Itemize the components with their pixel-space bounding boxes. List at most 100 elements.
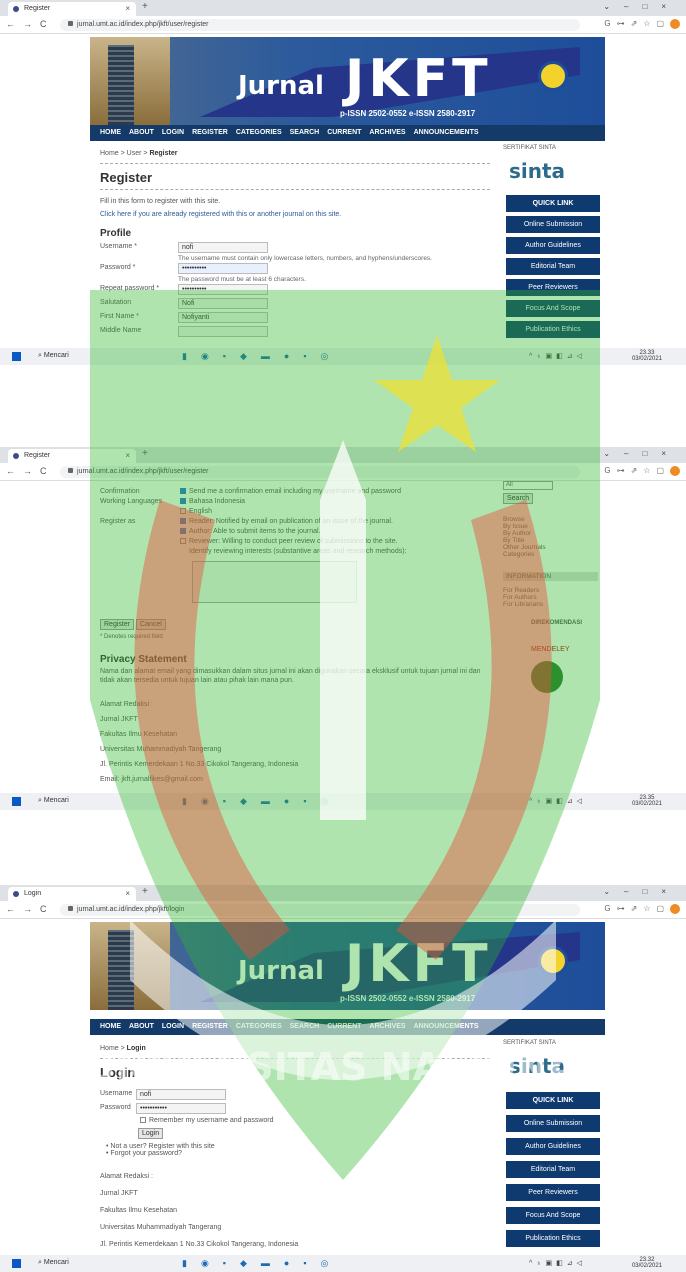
close-tab-icon[interactable]: ×	[125, 887, 130, 901]
search-scope-select[interactable]: All	[503, 481, 553, 490]
menu-search[interactable]: SEARCH	[290, 1023, 320, 1030]
close-tab-icon[interactable]: ×	[125, 449, 130, 463]
taskbar-search[interactable]: ⌕ Mencari	[38, 797, 69, 805]
editorial-team-link[interactable]: Editorial Team	[506, 1161, 600, 1178]
browser-tools[interactable]: G⊶⇗☆▢	[604, 904, 680, 914]
menu-register[interactable]: REGISTER	[192, 1023, 228, 1030]
remember-checkbox[interactable]	[140, 1117, 146, 1124]
peer-reviewers-link[interactable]: Peer Reviewers	[506, 279, 600, 296]
crumb-home[interactable]: Home	[100, 1045, 119, 1052]
reviewing-interests-textarea[interactable]	[192, 561, 357, 603]
browser-tab[interactable]: Register ×	[8, 2, 136, 16]
already-registered-link[interactable]: Click here if you are already registered…	[100, 211, 490, 218]
system-tray[interactable]: ^♁▣◧⊿◁	[529, 797, 586, 805]
info-librarians-link[interactable]: For Librarians	[503, 601, 603, 608]
sidebar-search-button[interactable]: Search	[503, 493, 534, 504]
focus-scope-link[interactable]: Focus And Scope	[506, 1207, 600, 1224]
mendeley-logo[interactable]: MENDELEY	[531, 646, 603, 653]
author-guidelines-link[interactable]: Author Guidelines	[506, 1138, 600, 1155]
menu-login[interactable]: LOGIN	[162, 129, 184, 136]
username-input[interactable]: nofi	[136, 1089, 226, 1100]
sinta-logo[interactable]: sinta	[509, 1054, 603, 1078]
cancel-button[interactable]: Cancel	[136, 619, 166, 630]
sinta-logo[interactable]: sinta	[509, 159, 603, 183]
login-button[interactable]: Login	[138, 1128, 164, 1139]
repeat-password-input[interactable]: ••••••••••	[178, 284, 268, 295]
browse-other-link[interactable]: Other Journals	[503, 544, 603, 551]
online-submission-link[interactable]: Online Submission	[506, 1115, 600, 1132]
menu-announcements[interactable]: ANNOUNCEMENTS	[414, 1023, 479, 1030]
profile-icon[interactable]	[670, 904, 680, 914]
online-submission-link[interactable]: Online Submission	[506, 216, 600, 233]
menu-register[interactable]: REGISTER	[192, 129, 228, 136]
register-button[interactable]: Register	[100, 619, 135, 630]
register-link[interactable]: Not a user? Register with this site	[110, 1143, 214, 1150]
windows-start-icon[interactable]	[12, 352, 21, 361]
clock[interactable]: 23.32 03/02/2021	[632, 1257, 662, 1269]
browse-title-link[interactable]: By Title	[503, 537, 603, 544]
windows-start-icon[interactable]	[12, 797, 21, 806]
publication-ethics-link[interactable]: Publication Ethics	[506, 1230, 600, 1247]
badge-icon[interactable]	[531, 661, 563, 693]
url-bar[interactable]: jurnal.umt.ac.id/index.php/jkft/user/reg…	[60, 19, 580, 31]
windows-start-icon[interactable]	[12, 1259, 21, 1268]
menu-home[interactable]: HOME	[100, 129, 121, 136]
menu-archives[interactable]: ARCHIVES	[369, 129, 405, 136]
publication-ethics-link[interactable]: Publication Ethics	[506, 321, 600, 338]
menu-current[interactable]: CURRENT	[327, 129, 361, 136]
nav-buttons[interactable]: ←→C	[6, 19, 55, 29]
window-controls[interactable]: ⌄–□×	[603, 449, 680, 458]
menu-categories[interactable]: CATEGORIES	[236, 1023, 282, 1030]
browse-issue-link[interactable]: By Issue	[503, 523, 603, 530]
window-controls[interactable]: ⌄–□×	[603, 2, 680, 11]
reviewer-checkbox[interactable]	[180, 538, 186, 545]
password-input[interactable]: •••••••••••	[136, 1103, 226, 1114]
focus-scope-link[interactable]: Focus And Scope	[506, 300, 600, 317]
salutation-input[interactable]: Nofi	[178, 298, 268, 309]
new-tab-icon[interactable]: +	[142, 886, 148, 897]
menu-current[interactable]: CURRENT	[327, 1023, 361, 1030]
username-input[interactable]: nofi	[178, 242, 268, 253]
taskbar-apps[interactable]: ▮◉▪◆▬●▪◎	[182, 796, 342, 807]
menu-home[interactable]: HOME	[100, 1023, 121, 1030]
middle-name-input[interactable]	[178, 326, 268, 337]
author-guidelines-link[interactable]: Author Guidelines	[506, 237, 600, 254]
taskbar-apps[interactable]: ▮◉▪◆▬●▪◎	[182, 1258, 342, 1269]
taskbar-apps[interactable]: ▮◉▪◆▬●▪◎	[182, 351, 342, 362]
clock[interactable]: 23.35 03/02/2021	[632, 795, 662, 807]
window-controls[interactable]: ⌄–□×	[603, 887, 680, 896]
menu-announcements[interactable]: ANNOUNCEMENTS	[414, 129, 479, 136]
system-tray[interactable]: ^♁▣◧⊿◁	[529, 1259, 586, 1267]
confirmation-checkbox[interactable]	[180, 488, 186, 495]
password-input[interactable]: ••••••••••	[178, 263, 268, 274]
browser-tools[interactable]: G⊶⇗☆▢	[604, 466, 680, 476]
profile-icon[interactable]	[670, 466, 680, 476]
menu-categories[interactable]: CATEGORIES	[236, 129, 282, 136]
forgot-password-link[interactable]: Forgot your password?	[110, 1150, 182, 1157]
new-tab-icon[interactable]: +	[142, 448, 148, 459]
browser-tab[interactable]: Login ×	[8, 887, 136, 901]
browse-author-link[interactable]: By Author	[503, 530, 603, 537]
info-readers-link[interactable]: For Readers	[503, 587, 603, 594]
lang-indonesia-checkbox[interactable]	[180, 498, 186, 505]
info-authors-link[interactable]: For Authors	[503, 594, 603, 601]
url-bar[interactable]: jurnal.umt.ac.id/index.php/jkft/user/reg…	[60, 466, 580, 478]
menu-login[interactable]: LOGIN	[162, 1023, 184, 1030]
lang-english-checkbox[interactable]	[180, 508, 186, 515]
taskbar-search[interactable]: ⌕ Mencari	[38, 352, 69, 360]
crumb-home[interactable]: Home	[100, 150, 119, 157]
menu-archives[interactable]: ARCHIVES	[369, 1023, 405, 1030]
browser-tools[interactable]: G⊶⇗☆▢	[604, 19, 680, 29]
nav-buttons[interactable]: ←→C	[6, 466, 55, 476]
crumb-user[interactable]: User	[127, 150, 142, 157]
reader-checkbox[interactable]	[180, 518, 186, 525]
profile-icon[interactable]	[670, 19, 680, 29]
close-tab-icon[interactable]: ×	[125, 2, 130, 16]
author-checkbox[interactable]	[180, 528, 186, 535]
clock[interactable]: 23.33 03/02/2021	[632, 350, 662, 362]
menu-about[interactable]: ABOUT	[129, 129, 154, 136]
nav-buttons[interactable]: ←→C	[6, 904, 55, 914]
new-tab-icon[interactable]: +	[142, 1, 148, 12]
url-bar[interactable]: jurnal.umt.ac.id/index.php/jkft/login	[60, 904, 580, 916]
first-name-input[interactable]: Nofiyanti	[178, 312, 268, 323]
